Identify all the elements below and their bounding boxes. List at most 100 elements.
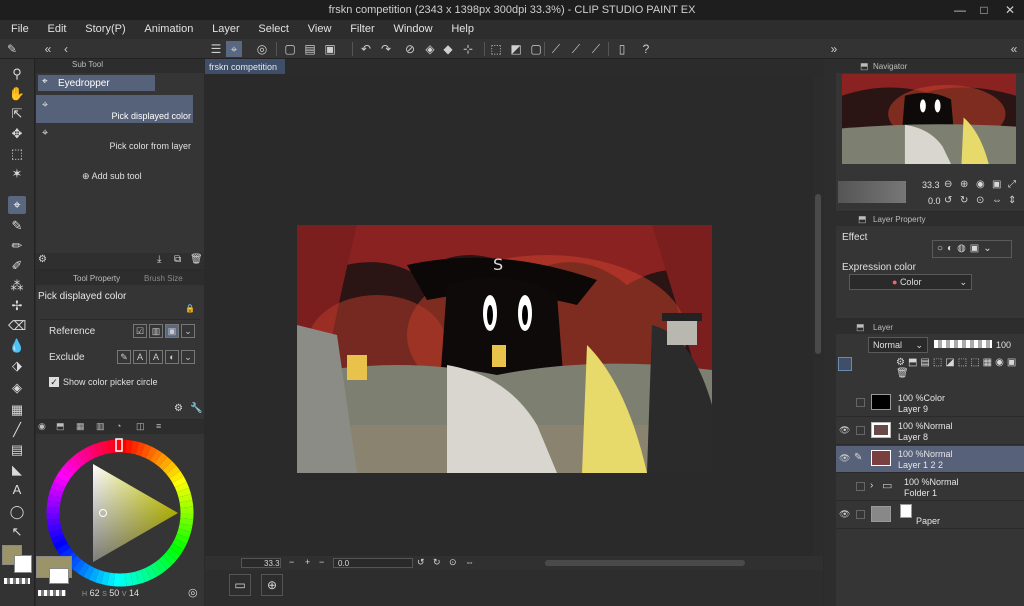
rotation-field[interactable]: 0.0	[333, 558, 413, 568]
sliders-tab-icon[interactable]: ≡	[156, 421, 161, 431]
invert-selection-icon[interactable]: ◩	[508, 41, 524, 57]
zoom-in-icon[interactable]: ⊕	[960, 179, 968, 190]
transform-icon[interactable]: ⊹	[460, 41, 476, 57]
eyedropper-tool-icon[interactable]: ⌖	[226, 41, 242, 57]
history-tab-icon[interactable]: ◔	[116, 421, 121, 431]
opacity-slider[interactable]	[934, 340, 992, 348]
color-space-icon[interactable]: ◎	[188, 586, 198, 599]
line-tool-icon[interactable]: ╱	[8, 421, 26, 439]
layer-lock-toggle[interactable]	[856, 510, 865, 519]
menu-edit[interactable]: Edit	[37, 20, 72, 35]
undo-icon[interactable]: ↶	[358, 41, 374, 57]
navigator-title[interactable]: Navigator	[873, 62, 907, 71]
menu-view[interactable]: View	[297, 20, 337, 35]
document-tab[interactable]: frskn competition ✕	[205, 59, 285, 82]
layer-row-folder-1[interactable]: › ▭ 100 %Normal Folder 1	[836, 474, 1024, 501]
intermediate-tab-icon[interactable]: ◫	[136, 421, 145, 432]
sub-tool-header[interactable]: Sub Tool	[72, 60, 103, 69]
frame-icon[interactable]: ▤	[8, 441, 26, 459]
chevron-down-icon[interactable]: ⌄	[181, 350, 195, 364]
copy-icon[interactable]: ⧉	[174, 254, 181, 265]
blend-mode-dropdown[interactable]: Normal ⌄	[868, 337, 928, 353]
fill-tool-icon[interactable]: ⬗	[8, 357, 26, 375]
show-color-picker-checkbox[interactable]: ✓	[49, 377, 59, 387]
balloon-icon[interactable]: ◣	[8, 461, 26, 479]
sub-tool-item-pick-displayed[interactable]: ⌖ Pick displayed color	[36, 95, 193, 123]
lock-icon[interactable]: 🔒	[185, 304, 195, 313]
fit-icon[interactable]: ▣	[992, 179, 1001, 190]
paint-bucket-icon[interactable]: ◈	[8, 379, 26, 397]
exclude-line-icon[interactable]: ✎	[117, 350, 131, 364]
menu-animation[interactable]: Animation	[133, 20, 198, 35]
effect-buttons[interactable]: ○◐◍▣⌄	[932, 240, 1012, 258]
minimize-button[interactable]: —	[952, 2, 968, 18]
text-tool-icon[interactable]: A	[8, 481, 26, 499]
snap-icon[interactable]: ⟋	[568, 41, 584, 57]
eyedropper-icon[interactable]: ⌖	[8, 196, 26, 214]
maximize-button[interactable]: □	[976, 2, 992, 18]
operation-tool-icon[interactable]: ⇱	[8, 105, 26, 123]
vertical-scrollbar[interactable]	[813, 74, 823, 556]
expression-color-dropdown[interactable]: ● Color ⌄	[849, 274, 972, 290]
eye-icon[interactable]: 👁	[839, 453, 851, 464]
palette-tab-icon[interactable]: ▥	[96, 421, 105, 432]
reference-layer-icon[interactable]: ☑	[133, 324, 147, 338]
sub-tool-group-eyedropper[interactable]: ⌖ Eyedropper	[38, 75, 155, 91]
correct-line-icon[interactable]: ↖	[8, 523, 26, 541]
brush-size-tab[interactable]: Brush Size	[144, 274, 183, 283]
layer-row-paper[interactable]: 👁 Paper	[836, 502, 1024, 529]
reset-rotation-icon[interactable]: ⊙	[449, 557, 457, 568]
snap-grid-icon[interactable]: ⟋	[588, 41, 604, 57]
tool-property-tab[interactable]: Tool Property	[73, 274, 120, 283]
expand-icon[interactable]: »	[826, 41, 842, 57]
layer-visibility-toggle[interactable]	[856, 482, 865, 491]
settings-icon[interactable]: ⚙	[174, 403, 183, 414]
blend-icon[interactable]: 💧	[8, 337, 26, 355]
layer-color-icon[interactable]	[838, 357, 852, 371]
menu-layer[interactable]: Layer	[201, 20, 245, 35]
device-icon[interactable]: ▯	[614, 41, 630, 57]
actual-size-icon[interactable]: ◉	[976, 179, 985, 190]
eye-icon[interactable]: 👁	[839, 425, 851, 436]
clear-icon[interactable]: ⊘	[402, 41, 418, 57]
flip-vertical-icon[interactable]: ⇕	[1008, 195, 1016, 206]
minus-icon[interactable]: −	[319, 557, 324, 567]
menu-file[interactable]: File	[0, 20, 34, 35]
selection-icon[interactable]: ▢	[528, 41, 544, 57]
layer-row-layer-1-2-2[interactable]: 👁 ✎ 100 %Normal Layer 1 2 2	[836, 446, 1024, 473]
horizontal-scrollbar[interactable]	[545, 560, 745, 566]
menu-story[interactable]: Story(P)	[74, 20, 130, 35]
chevron-down-icon[interactable]: ⌄	[181, 324, 195, 338]
approx-color-tab-icon[interactable]: ▦	[76, 421, 85, 432]
collapse-right-icon[interactable]: «	[1006, 41, 1022, 57]
layer-panel-title[interactable]: Layer	[873, 323, 893, 332]
reference-canvas-icon[interactable]: ▥	[149, 324, 163, 338]
transparent-color-chip[interactable]	[4, 578, 30, 584]
new-file-icon[interactable]: ▢	[282, 41, 298, 57]
frame-view-icon[interactable]: ▭	[229, 574, 251, 596]
zoom-field[interactable]: 33.3	[241, 558, 281, 568]
exclude-selection-icon[interactable]: A	[149, 350, 163, 364]
flip-horizontal-icon[interactable]: ⇔	[992, 195, 1002, 206]
reference-all-icon[interactable]: ▣	[165, 324, 179, 338]
layer-row-layer-8[interactable]: 👁 100 %Normal Layer 8	[836, 418, 1024, 445]
rotate-left-icon[interactable]: ↺	[417, 557, 425, 568]
layer-property-title[interactable]: Layer Property	[873, 215, 925, 224]
trash-icon[interactable]: 🗑	[190, 254, 203, 265]
add-sub-tool-button[interactable]: ⊕ Add sub tool	[82, 171, 142, 182]
reset-rotation-icon[interactable]: ⊙	[976, 195, 984, 206]
close-button[interactable]: ✕	[1002, 2, 1018, 18]
rotate-right-icon[interactable]: ↻	[960, 195, 968, 206]
open-folder-icon[interactable]: ▤	[302, 41, 318, 57]
fullscreen-icon[interactable]: ⤢	[1008, 179, 1016, 190]
layer-visibility-toggle[interactable]	[856, 398, 865, 407]
move-tool-icon[interactable]: ✥	[8, 125, 26, 143]
deselect-icon[interactable]: ⬚	[488, 41, 504, 57]
eraser-icon[interactable]: ⌫	[8, 317, 26, 335]
layer-tools-row[interactable]: ⚙⬒▤⬚◪⬚⬚▦◉▣🗑	[836, 357, 1024, 379]
zoom-tool-icon[interactable]: ⚲	[8, 65, 26, 83]
pen-tool-icon[interactable]: ✎	[8, 217, 26, 235]
chevron-right-icon[interactable]: ›	[870, 480, 873, 491]
layer-row-layer-9[interactable]: 100 %Color Layer 9	[836, 390, 1024, 417]
menu-help[interactable]: Help	[440, 20, 479, 35]
